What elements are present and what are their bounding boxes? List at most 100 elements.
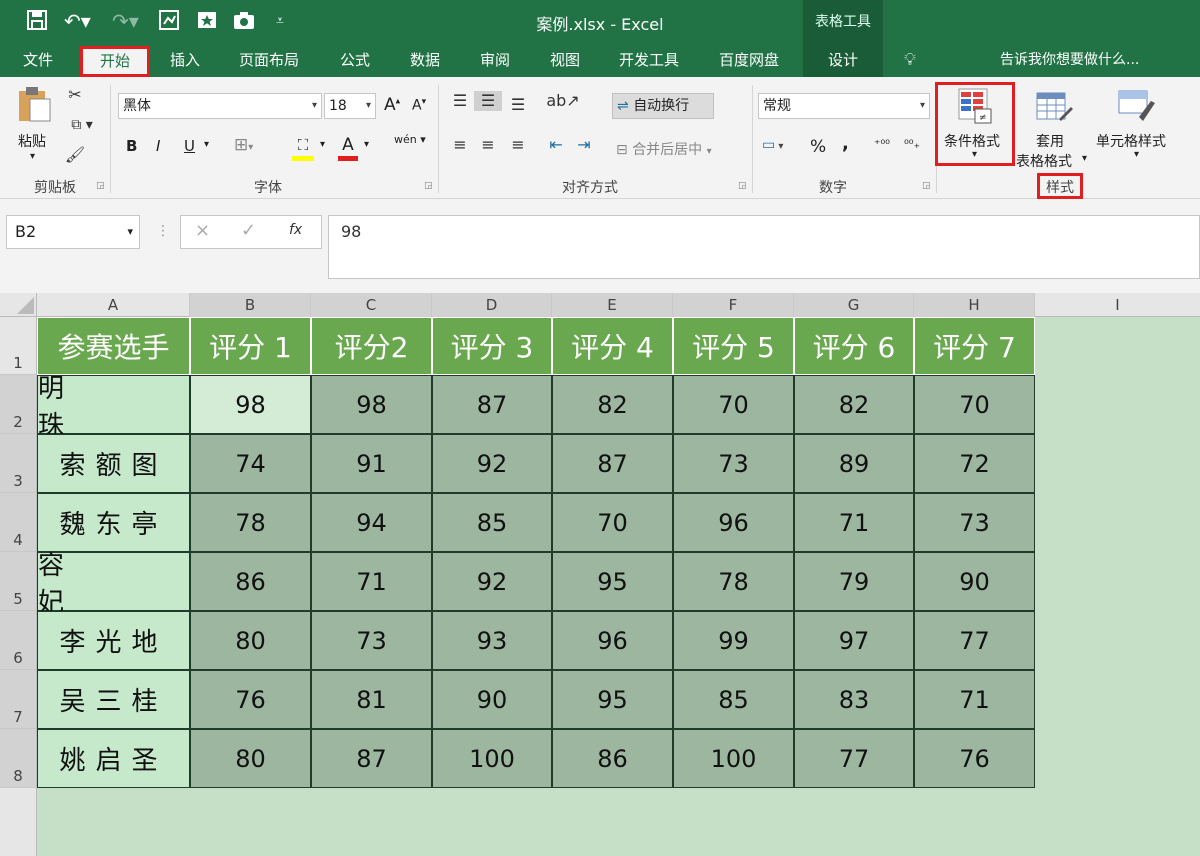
clipboard-launcher-icon[interactable]: ◲: [96, 181, 105, 191]
accounting-format-icon[interactable]: ▭ ▾: [762, 137, 783, 153]
score-cell[interactable]: 92: [432, 434, 552, 493]
score-cell[interactable]: 99: [673, 611, 794, 670]
tab-file[interactable]: 文件: [10, 44, 66, 77]
number-format-select[interactable]: 常规 ▾: [758, 93, 930, 119]
score-cell[interactable]: 81: [311, 670, 432, 729]
font-size-select[interactable]: 18 ▾: [324, 93, 376, 119]
score-cell[interactable]: 100: [673, 729, 794, 788]
contestant-name-cell[interactable]: 明 珠: [37, 374, 190, 441]
italic-button[interactable]: I: [156, 137, 160, 155]
score-cell[interactable]: 76: [190, 670, 311, 729]
comma-style-button[interactable]: ,: [842, 133, 849, 154]
underline-dropdown-icon[interactable]: ▾: [204, 139, 209, 150]
tab-data[interactable]: 数据: [396, 44, 454, 77]
score-cell[interactable]: 72: [914, 434, 1035, 493]
align-center-icon[interactable]: ≡: [476, 135, 500, 155]
tab-developer[interactable]: 开发工具: [606, 44, 692, 77]
score-cell[interactable]: 70: [673, 375, 794, 434]
score-cell[interactable]: 85: [432, 493, 552, 552]
phonetic-icon[interactable]: wén ▾: [394, 133, 426, 146]
contestant-name-cell[interactable]: 李光地: [37, 611, 190, 670]
resize-handle-icon[interactable]: ⋮: [156, 223, 170, 239]
score-cell[interactable]: 71: [914, 670, 1035, 729]
table-header-cell[interactable]: 评分2: [311, 317, 432, 375]
tab-insert[interactable]: 插入: [156, 44, 214, 77]
align-middle-icon[interactable]: ☰: [474, 91, 502, 111]
conditional-format-dropdown-icon[interactable]: ▾: [972, 149, 977, 160]
table-header-cell[interactable]: 评分 7: [914, 317, 1035, 375]
contestant-name-cell[interactable]: 魏东亭: [37, 493, 190, 552]
score-cell[interactable]: 74: [190, 434, 311, 493]
table-header-cell[interactable]: 评分 1: [190, 317, 311, 375]
contestant-name-cell[interactable]: 容 妃: [37, 551, 190, 618]
table-header-cell[interactable]: 评分 4: [552, 317, 673, 375]
border-icon[interactable]: ⊞▾: [234, 135, 253, 155]
score-cell[interactable]: 79: [794, 552, 914, 611]
tab-view[interactable]: 视图: [536, 44, 594, 77]
cancel-icon[interactable]: ×: [195, 220, 210, 241]
score-cell[interactable]: 70: [552, 493, 673, 552]
row-header-2[interactable]: 2: [0, 375, 37, 434]
score-cell[interactable]: 80: [190, 729, 311, 788]
score-cell[interactable]: 78: [673, 552, 794, 611]
score-cell[interactable]: 70: [914, 375, 1035, 434]
table-header-cell[interactable]: 评分 6: [794, 317, 914, 375]
tab-baidu-netdisk[interactable]: 百度网盘: [706, 44, 792, 77]
font-color-dropdown-icon[interactable]: ▾: [364, 139, 369, 150]
format-as-table-dropdown-icon[interactable]: ▾: [1082, 153, 1087, 164]
tell-me-search[interactable]: 告诉我你想要做什么...: [1000, 44, 1160, 77]
row-header-5[interactable]: 5: [0, 552, 37, 611]
score-cell[interactable]: 87: [552, 434, 673, 493]
conditional-format-icon[interactable]: ≠: [956, 87, 994, 127]
insert-function-icon[interactable]: fx: [289, 222, 302, 238]
decrease-indent-icon[interactable]: ⇤: [544, 135, 568, 155]
table-header-cell[interactable]: 评分 3: [432, 317, 552, 375]
cell-styles-icon[interactable]: [1116, 87, 1156, 127]
font-name-select[interactable]: 黑体 ▾: [118, 93, 322, 119]
paste-icon[interactable]: [14, 85, 54, 122]
score-cell[interactable]: 76: [914, 729, 1035, 788]
score-cell[interactable]: 86: [190, 552, 311, 611]
cell-styles-label[interactable]: 单元格样式: [1096, 131, 1166, 151]
score-cell[interactable]: 93: [432, 611, 552, 670]
tab-design[interactable]: 设计: [803, 44, 883, 77]
number-launcher-icon[interactable]: ◲: [922, 181, 931, 191]
table-header-cell[interactable]: 参赛选手: [37, 317, 190, 375]
score-cell[interactable]: 89: [794, 434, 914, 493]
score-cell[interactable]: 95: [552, 670, 673, 729]
format-as-table-label-1[interactable]: 套用: [1036, 131, 1064, 151]
score-cell[interactable]: 96: [552, 611, 673, 670]
cell-styles-dropdown-icon[interactable]: ▾: [1134, 149, 1139, 160]
align-bottom-icon[interactable]: ☰: [506, 95, 530, 115]
orientation-icon[interactable]: ab↗: [546, 91, 580, 111]
score-cell[interactable]: 98: [311, 375, 432, 434]
column-header-d[interactable]: D: [432, 293, 552, 317]
decrease-decimal-icon[interactable]: ⁰⁰₊: [904, 137, 920, 151]
column-header-f[interactable]: F: [673, 293, 794, 317]
row-header-6[interactable]: 6: [0, 611, 37, 670]
fill-color-icon[interactable]: ⛶: [290, 135, 316, 161]
row-header-4[interactable]: 4: [0, 493, 37, 552]
underline-button[interactable]: U: [184, 137, 195, 155]
score-cell[interactable]: 71: [794, 493, 914, 552]
increase-indent-icon[interactable]: ⇥: [572, 135, 596, 155]
bold-button[interactable]: B: [126, 137, 137, 155]
merge-center-button[interactable]: ⊟ 合并后居中 ▾: [616, 139, 712, 159]
increase-decimal-icon[interactable]: ⁺⁰⁰: [874, 137, 890, 151]
paste-dropdown-icon[interactable]: ▾: [30, 151, 35, 162]
score-cell[interactable]: 73: [673, 434, 794, 493]
fill-dropdown-icon[interactable]: ▾: [320, 139, 325, 150]
score-cell[interactable]: 77: [914, 611, 1035, 670]
table-header-cell[interactable]: 评分 5: [673, 317, 794, 375]
score-cell[interactable]: 87: [311, 729, 432, 788]
enter-icon[interactable]: ✓: [241, 220, 256, 241]
row-header-1[interactable]: 1: [0, 317, 37, 375]
score-cell[interactable]: 71: [311, 552, 432, 611]
format-as-table-label-2[interactable]: 表格格式: [1016, 151, 1072, 171]
align-left-icon[interactable]: ≡: [448, 135, 472, 155]
score-cell[interactable]: 80: [190, 611, 311, 670]
row-header-7[interactable]: 7: [0, 670, 37, 729]
align-right-icon[interactable]: ≡: [506, 135, 530, 155]
percent-button[interactable]: %: [810, 137, 826, 157]
contestant-name-cell[interactable]: 姚启圣: [37, 729, 190, 788]
